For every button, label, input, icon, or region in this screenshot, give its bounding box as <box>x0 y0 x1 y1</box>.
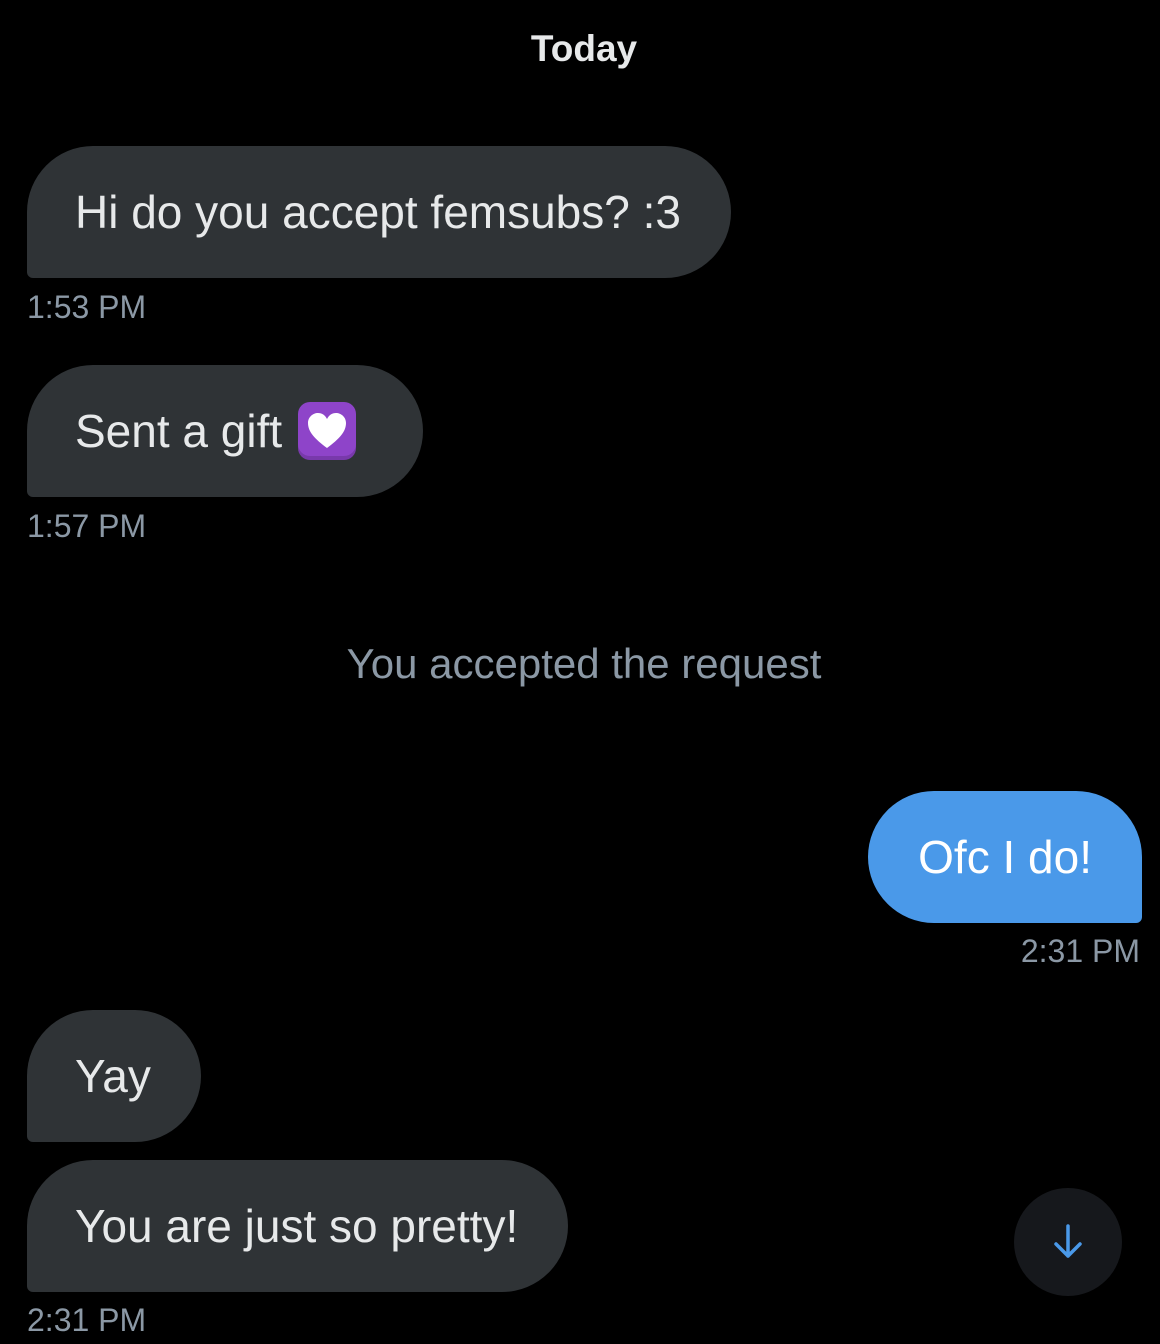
message-timestamp: 2:31 PM <box>1020 933 1140 969</box>
message-bubble-incoming[interactable]: You are just so pretty! <box>27 1160 569 1292</box>
message-text: Sent a gift <box>75 405 283 457</box>
message-text: Hi do you accept femsubs? :3 <box>75 186 681 238</box>
message-bubble-incoming[interactable]: Hi do you accept femsubs? :3 <box>27 146 731 278</box>
day-separator-label: Today <box>530 28 638 69</box>
purple-heart-emoji-icon <box>298 402 357 460</box>
message-timestamp: 2:31 PM <box>27 1302 147 1338</box>
message-bubble-outgoing[interactable]: Ofc I do! <box>868 791 1142 923</box>
request-accepted-notice: You accepted the request <box>346 640 822 687</box>
message-bubble-incoming[interactable]: Sent a gift <box>27 365 423 497</box>
message-text: You are just so pretty! <box>75 1200 519 1252</box>
message-text: Yay <box>75 1050 151 1102</box>
scroll-to-bottom-button[interactable] <box>1014 1188 1122 1296</box>
message-text: Ofc I do! <box>918 831 1092 883</box>
arrow-down-icon <box>1054 1224 1082 1258</box>
message-timestamp: 1:57 PM <box>27 508 147 544</box>
message-bubble-incoming[interactable]: Yay <box>27 1010 201 1142</box>
message-timestamp: 1:53 PM <box>27 289 147 325</box>
